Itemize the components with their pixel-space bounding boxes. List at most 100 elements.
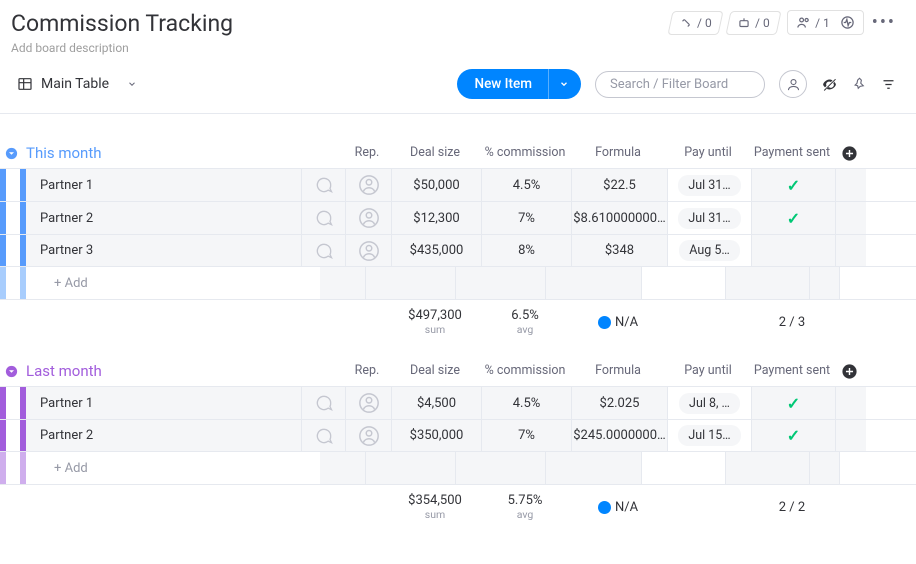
column-header-formula[interactable]: Formula <box>570 363 666 380</box>
members-pill[interactable]: / 1 <box>787 10 864 35</box>
integration-pill-1[interactable]: / 0 <box>667 11 723 35</box>
column-header-deal[interactable]: Deal size <box>390 363 480 380</box>
add-row[interactable]: + Add <box>0 267 916 300</box>
cell-payment-sent[interactable]: ✓ <box>752 387 836 419</box>
row-name-cell[interactable]: Partner 2 <box>26 420 302 451</box>
row-chat-button[interactable] <box>302 420 346 451</box>
column-header-rep[interactable]: Rep. <box>344 363 390 380</box>
check-icon: ✓ <box>787 426 800 445</box>
cell-formula[interactable]: $348 <box>572 235 668 266</box>
column-header-formula[interactable]: Formula <box>570 145 666 162</box>
chat-icon <box>314 241 334 261</box>
cell-formula[interactable]: $245.0000000… <box>572 420 668 451</box>
person-icon <box>358 425 380 447</box>
row-end <box>836 387 866 419</box>
row-chat-button[interactable] <box>302 235 346 266</box>
column-header-payment-sent[interactable]: Payment sent <box>750 363 834 380</box>
hide-button[interactable] <box>821 76 838 93</box>
column-header-commission[interactable]: % commission <box>480 363 570 380</box>
new-item-button[interactable]: New Item <box>457 69 549 99</box>
caret-down-icon <box>4 146 19 161</box>
add-column-button[interactable] <box>834 363 864 380</box>
cell-formula[interactable]: $8.610000000… <box>572 202 668 234</box>
person-icon <box>358 174 380 196</box>
cell-deal-size[interactable]: $350,000 <box>392 420 482 451</box>
group-collapse-toggle[interactable] <box>2 362 20 380</box>
cell-commission[interactable]: 4.5% <box>482 387 572 419</box>
pin-button[interactable] <box>852 77 867 92</box>
row-end <box>836 420 866 451</box>
cell-rep[interactable] <box>346 387 392 419</box>
row-chat-button[interactable] <box>302 202 346 234</box>
cell-payment-sent[interactable]: ✓ <box>752 169 836 201</box>
integration-pill-2[interactable]: / 0 <box>726 11 782 35</box>
cell-rep[interactable] <box>346 169 392 201</box>
cell-rep[interactable] <box>346 235 392 266</box>
search-input[interactable] <box>610 77 750 92</box>
row-end <box>836 169 866 201</box>
column-header-commission[interactable]: % commission <box>480 145 570 162</box>
row-name-cell[interactable]: Partner 3 <box>26 235 302 266</box>
cell-rep[interactable] <box>346 202 392 234</box>
person-icon <box>358 240 380 262</box>
cell-formula[interactable]: $2.025 <box>572 387 668 419</box>
group-title[interactable]: Last month <box>24 362 344 380</box>
board-description[interactable]: Add board description <box>11 41 233 55</box>
chevron-down-icon <box>127 79 137 89</box>
cell-commission[interactable]: 8% <box>482 235 572 266</box>
search-input-wrap[interactable] <box>595 71 765 98</box>
person-filter-button[interactable] <box>779 70 807 98</box>
group-collapse-toggle[interactable] <box>2 144 20 162</box>
info-icon <box>598 316 611 329</box>
add-row-label[interactable]: + Add <box>26 267 320 299</box>
column-header-pay-until[interactable]: Pay until <box>666 363 750 380</box>
row-name-cell[interactable]: Partner 2 <box>26 202 302 234</box>
table-row: Partner 2 $350,0007%$245.0000000…Jul 15… ✓ <box>0 419 916 452</box>
add-row-label[interactable]: + Add <box>26 452 320 484</box>
cell-payment-sent[interactable] <box>752 235 836 266</box>
cell-formula[interactable]: $22.5 <box>572 169 668 201</box>
group-title[interactable]: This month <box>24 144 344 162</box>
row-chat-button[interactable] <box>302 169 346 201</box>
cell-deal-size[interactable]: $4,500 <box>392 387 482 419</box>
cell-commission[interactable]: 7% <box>482 420 572 451</box>
summary-commission: 6.5%avg <box>480 308 570 336</box>
cell-pay-until[interactable]: Jul 31… <box>668 202 752 234</box>
plug-icon <box>679 16 693 30</box>
person-icon <box>786 77 801 92</box>
summary-deal: $354,500sum <box>390 493 480 521</box>
table-row: Partner 3 $435,0008%$348Aug 5… <box>0 234 916 267</box>
add-row[interactable]: + Add <box>0 452 916 485</box>
row-name-cell[interactable]: Partner 1 <box>26 169 302 201</box>
summary-sent: 2 / 2 <box>750 493 834 521</box>
row-chat-button[interactable] <box>302 387 346 419</box>
cell-rep[interactable] <box>346 420 392 451</box>
cell-pay-until[interactable]: Jul 15… <box>668 420 752 451</box>
eye-off-icon <box>821 76 838 93</box>
group-summary: $497,300sum6.5%avgN/A2 / 3 <box>0 300 916 336</box>
cell-deal-size[interactable]: $12,300 <box>392 202 482 234</box>
column-header-pay-until[interactable]: Pay until <box>666 145 750 162</box>
cell-pay-until[interactable]: Jul 31… <box>668 169 752 201</box>
person-icon <box>358 392 380 414</box>
column-header-payment-sent[interactable]: Payment sent <box>750 145 834 162</box>
row-name-cell[interactable]: Partner 1 <box>26 387 302 419</box>
add-column-button[interactable] <box>834 145 864 162</box>
cell-pay-until[interactable]: Aug 5… <box>668 235 752 266</box>
column-header-deal[interactable]: Deal size <box>390 145 480 162</box>
column-header-rep[interactable]: Rep. <box>344 145 390 162</box>
view-tab-main-table[interactable]: Main Table <box>11 72 143 96</box>
filter-button[interactable] <box>881 77 896 92</box>
more-menu[interactable]: ••• <box>872 12 896 33</box>
cell-payment-sent[interactable]: ✓ <box>752 202 836 234</box>
cell-pay-until[interactable]: Jul 8, … <box>668 387 752 419</box>
check-icon: ✓ <box>787 394 800 413</box>
caret-down-icon <box>4 364 19 379</box>
new-item-dropdown[interactable] <box>548 69 581 99</box>
cell-deal-size[interactable]: $50,000 <box>392 169 482 201</box>
cell-commission[interactable]: 4.5% <box>482 169 572 201</box>
view-tab-label: Main Table <box>41 76 109 92</box>
cell-payment-sent[interactable]: ✓ <box>752 420 836 451</box>
cell-deal-size[interactable]: $435,000 <box>392 235 482 266</box>
cell-commission[interactable]: 7% <box>482 202 572 234</box>
